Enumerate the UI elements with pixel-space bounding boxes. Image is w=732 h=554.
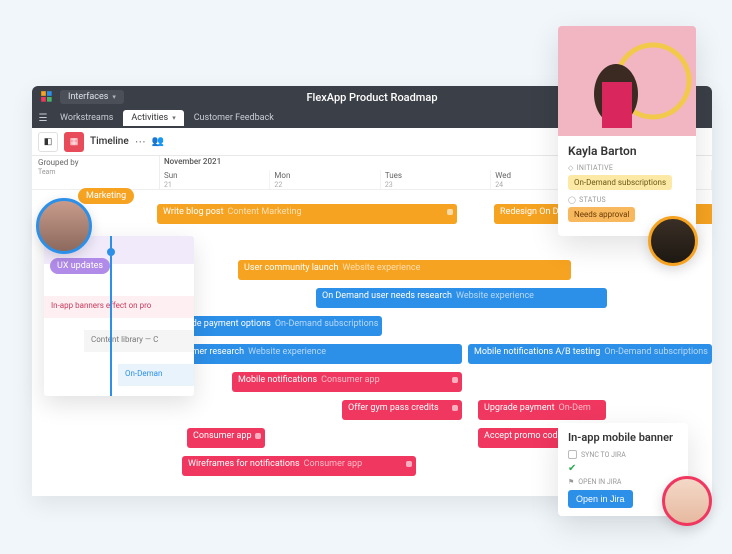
status-label: ◯ STATUS <box>568 196 686 204</box>
list-item[interactable]: In-app banners effect on pro <box>44 296 194 318</box>
chevron-down-icon: ▾ <box>172 114 176 122</box>
check-icon: ✔ <box>568 463 576 474</box>
layout-toggle-icon[interactable]: ◧ <box>38 132 58 152</box>
timeline-view-icon[interactable]: ▦ <box>64 132 84 152</box>
task-bar[interactable]: Offer gym pass credits <box>342 400 462 420</box>
task-bar[interactable]: Consumer app <box>187 428 265 448</box>
status-icon: ◯ <box>568 196 576 204</box>
avatar[interactable] <box>662 476 712 526</box>
day-header: Mon22 <box>270 170 380 189</box>
playhead-handle-icon[interactable] <box>107 248 115 256</box>
more-menu-icon[interactable]: ⋯ <box>135 135 146 148</box>
status-chip[interactable]: Needs approval <box>568 207 635 222</box>
workspace-dropdown-label: Interfaces <box>68 92 108 102</box>
view-label: Timeline <box>90 136 129 147</box>
avatar[interactable] <box>36 198 92 254</box>
drag-handle-icon[interactable] <box>452 377 458 383</box>
grouped-by-label: Grouped by <box>38 158 79 167</box>
chip-ux-updates[interactable]: UX updates <box>50 258 110 274</box>
avatar[interactable] <box>648 216 698 266</box>
tab-activities-label: Activities <box>131 113 168 123</box>
task-bar[interactable]: Upgrade payment optionsOn-Demand subscri… <box>162 316 382 336</box>
task-bar[interactable]: Mobile notifications A/B testingOn-Deman… <box>468 344 712 364</box>
drag-handle-icon[interactable] <box>452 405 458 411</box>
task-bar[interactable]: Wireframes for notificationsConsumer app <box>182 456 416 476</box>
group-tag-marketing[interactable]: Marketing <box>78 188 134 204</box>
task-bar[interactable]: Write blog postContent Marketing <box>157 204 457 224</box>
profile-card: Kayla Barton ◇ INITIATIVE On-Demand subs… <box>558 26 696 236</box>
drag-handle-icon[interactable] <box>447 209 453 215</box>
tab-workstreams[interactable]: Workstreams <box>52 110 121 126</box>
people-icon[interactable]: 👥 <box>152 136 164 147</box>
drag-handle-icon[interactable] <box>255 433 261 439</box>
flag-icon: ⚑ <box>568 478 574 486</box>
link-icon: ◇ <box>568 164 574 172</box>
app-logo-icon <box>40 90 54 104</box>
list-item[interactable]: Content library — C <box>84 330 194 352</box>
open-in-jira-row: ⚑ OPEN IN JIRA <box>568 478 678 486</box>
playhead-line[interactable] <box>110 236 112 396</box>
tab-activities[interactable]: Activities ▾ <box>123 110 183 126</box>
task-bar[interactable]: Upgrade paymentOn-Dem <box>478 400 606 420</box>
chevron-down-icon: ▾ <box>112 93 116 101</box>
popup-title: In-app mobile banner <box>568 431 678 444</box>
menu-icon[interactable]: ☰ <box>36 113 50 124</box>
day-header: Tues23 <box>381 170 491 189</box>
zoom-overlay: UX updates In-app banners effect on pro … <box>44 236 194 396</box>
day-header: Sun21 <box>160 170 270 189</box>
tab-customer-feedback[interactable]: Customer Feedback <box>186 110 282 126</box>
task-bar[interactable]: User community launchWebsite experience <box>238 260 571 280</box>
task-bar[interactable]: Customer researchWebsite experience <box>162 344 462 364</box>
open-in-jira-button[interactable]: Open in Jira <box>568 490 633 508</box>
list-item[interactable]: On-Deman <box>118 364 194 386</box>
sync-to-jira-row: SYNC TO JIRA <box>568 450 678 459</box>
initiative-chip[interactable]: On-Demand subscriptions <box>568 175 672 190</box>
checkbox-icon[interactable] <box>568 450 577 459</box>
drag-handle-icon[interactable] <box>406 461 412 467</box>
workspace-dropdown[interactable]: Interfaces ▾ <box>60 90 124 104</box>
grouped-by-header: Grouped by Team <box>32 156 160 170</box>
task-bar[interactable]: On Demand user needs researchWebsite exp… <box>316 288 607 308</box>
initiative-label: ◇ INITIATIVE <box>568 164 686 172</box>
profile-photo <box>558 26 696 136</box>
profile-name: Kayla Barton <box>568 144 686 158</box>
task-bar[interactable]: Mobile notificationsConsumer app <box>232 372 462 392</box>
